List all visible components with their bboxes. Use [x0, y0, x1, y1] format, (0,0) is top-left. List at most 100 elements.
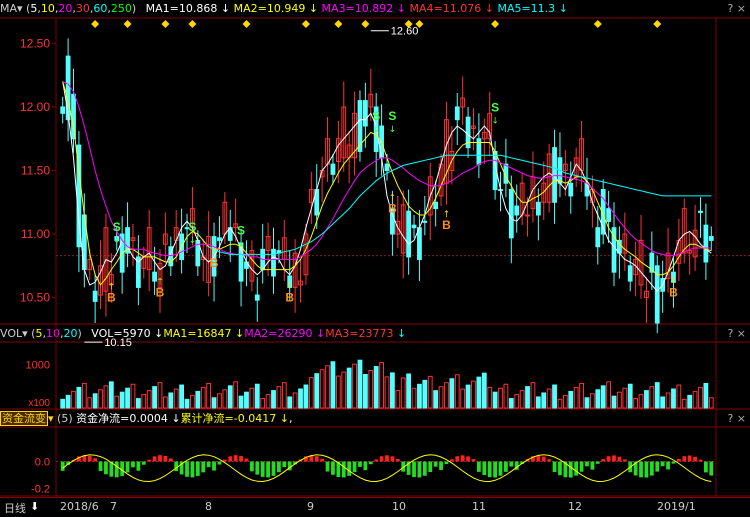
flow-bar: [114, 461, 119, 478]
event-marker-icon: [188, 20, 197, 28]
volume-bar: [163, 396, 168, 409]
volume-bar: [611, 395, 617, 409]
sell-signal: S: [188, 220, 196, 234]
volume-bar: [481, 372, 487, 409]
buy-signal: B: [388, 201, 397, 215]
volume-bar: [217, 393, 222, 409]
flow-bar: [541, 456, 546, 462]
flow-bar: [217, 461, 222, 465]
volume-bar: [308, 377, 314, 409]
flow-bar: [141, 461, 146, 465]
flow-bar: [136, 461, 141, 471]
volume-bar: [373, 366, 379, 409]
volume-bar: [330, 361, 336, 409]
flow-bar: [163, 455, 168, 462]
flow-bar: [98, 461, 103, 471]
x-axis-label: 7: [110, 500, 117, 513]
flow-bar: [201, 461, 206, 473]
signal-arrow: ↓: [237, 240, 245, 250]
flow-bar: [233, 455, 238, 462]
volume-bar: [681, 398, 687, 409]
candle-body: [627, 265, 633, 282]
flow-bar: [379, 456, 384, 462]
candle-body: [217, 237, 222, 241]
volume-bar: [525, 386, 530, 409]
volume-bar: [325, 365, 330, 409]
candle-body: [433, 201, 439, 210]
candle-body: [552, 147, 557, 203]
signal-arrow: ↓: [189, 236, 197, 246]
flow-bar: [704, 461, 708, 473]
volume-bar: [687, 394, 693, 409]
period-label[interactable]: 日线: [4, 500, 26, 516]
volume-bar: [179, 384, 185, 409]
bottom-bar: 日线 ⬇ 2018/6 7 8 9 10 11 12 2019/1: [0, 497, 750, 517]
signal-arrow: ↑: [286, 282, 294, 292]
volume-bar: [384, 376, 390, 409]
volume-bar: [692, 390, 698, 409]
flow-bar: [87, 455, 92, 462]
volume-bar: [287, 396, 293, 409]
volume-bar: [498, 387, 503, 409]
candle-body: [271, 248, 276, 277]
period-dropdown-icon[interactable]: ⬇: [30, 500, 39, 513]
flow-bar: [325, 461, 330, 472]
volume-bar: [346, 367, 352, 409]
y-tick-label: 12.50: [20, 36, 50, 50]
flow-bar: [433, 461, 438, 467]
flow-bar: [239, 456, 243, 462]
flow-tick-label: 0.0: [35, 457, 50, 469]
volume-bar: [546, 388, 552, 409]
flow-bar: [190, 461, 195, 478]
stock-chart[interactable]: 12.5012.0011.5011.0010.5012.6010.15S↓B↑ B…: [0, 0, 750, 516]
flow-bar: [660, 461, 665, 467]
volume-bar: [654, 382, 660, 409]
y-tick-label: 11.50: [21, 164, 50, 178]
flow-bar: [422, 461, 427, 476]
candle-body: [514, 205, 520, 216]
flow-bar: [314, 456, 319, 462]
volume-bar: [708, 397, 714, 409]
flow-bar: [195, 461, 200, 476]
flow-bar: [93, 458, 98, 462]
volume-bar: [108, 381, 114, 409]
flow-bar: [617, 456, 622, 462]
volume-bar: [622, 387, 628, 409]
flow-bar: [482, 461, 487, 476]
signal-arrow: ↑: [389, 193, 397, 203]
x-axis-label: 9: [307, 500, 314, 513]
event-marker-icon: [161, 20, 170, 28]
volume-bar: [368, 370, 374, 409]
volume-bar: [703, 382, 709, 409]
volume-bar: [319, 369, 325, 409]
volume-bar: [395, 390, 401, 409]
candle-body: [71, 93, 76, 140]
candle-body: [417, 227, 422, 260]
buy-signal: B: [442, 218, 451, 232]
flow-bar: [385, 455, 389, 462]
volume-bar: [503, 383, 509, 409]
volume-bar: [411, 387, 417, 409]
buy-signal: B: [285, 290, 294, 304]
event-marker-icon: [91, 20, 100, 28]
volume-bar: [562, 394, 568, 409]
flow-bar: [363, 461, 368, 471]
flow-bar: [693, 456, 697, 462]
buy-signal: B: [156, 285, 165, 299]
flow-bar: [568, 461, 573, 478]
flow-bar: [509, 461, 514, 467]
candle-body: [406, 210, 412, 258]
signal-arrow: ↑: [443, 210, 451, 220]
volume-bar: [314, 373, 320, 409]
volume-bar: [244, 391, 249, 409]
volume-bar: [157, 382, 163, 409]
volume-bar: [568, 390, 574, 409]
event-marker-icon: [361, 20, 370, 28]
flow-bar: [682, 456, 687, 462]
volume-bar: [71, 390, 76, 409]
x-axis-label: 10: [392, 500, 406, 513]
volume-bar: [195, 390, 201, 409]
volume-bar: [508, 398, 514, 409]
volume-bar: [379, 362, 384, 409]
sell-signal: S: [237, 224, 245, 238]
